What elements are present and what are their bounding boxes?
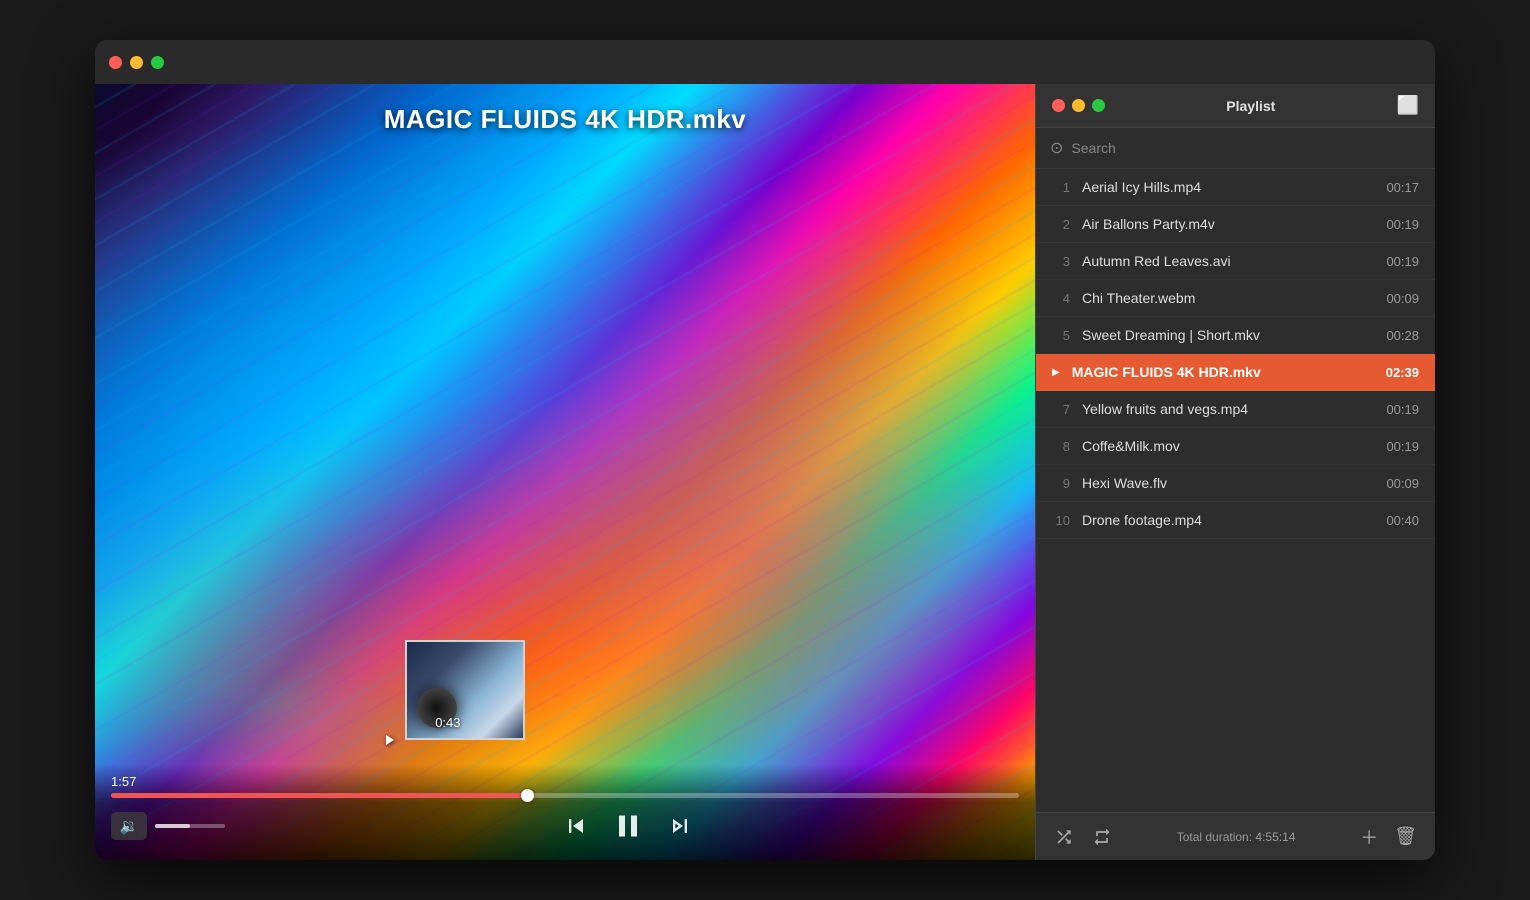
- search-wrapper: ⊙: [1050, 138, 1421, 158]
- hover-time: 0:43: [435, 715, 460, 730]
- item-name: Drone footage.mp4: [1082, 512, 1374, 528]
- progress-bar[interactable]: [111, 793, 1019, 798]
- prev-icon: [562, 812, 590, 840]
- playlist-header: Playlist ⬜: [1036, 84, 1435, 128]
- item-name: Air Ballons Party.m4v: [1082, 216, 1374, 232]
- chat-icon[interactable]: ⬜: [1397, 95, 1419, 116]
- item-number: 4: [1052, 291, 1070, 306]
- repeat-button[interactable]: [1088, 823, 1116, 851]
- playlist-item[interactable]: 1 Aerial Icy Hills.mp4 00:17: [1036, 169, 1435, 206]
- item-name: Aerial Icy Hills.mp4: [1082, 179, 1374, 195]
- playlist-panel: Playlist ⬜ ⊙ 1 Aerial Icy Hills.mp4 00:17 2…: [1035, 84, 1435, 860]
- thumbnail-preview: [405, 640, 525, 740]
- search-input[interactable]: [1071, 140, 1421, 156]
- repeat-icon: [1092, 827, 1112, 847]
- playlist-footer: Total duration: 4:55:14 ＋ 🗑: [1036, 812, 1435, 860]
- playlist-item[interactable]: 5 Sweet Dreaming | Short.mkv 00:28: [1036, 317, 1435, 354]
- item-name: Hexi Wave.flv: [1082, 475, 1374, 491]
- add-button[interactable]: ＋: [1356, 820, 1382, 854]
- playlist-traffic-lights: [1052, 99, 1105, 112]
- playlist-item[interactable]: 9 Hexi Wave.flv 00:09: [1036, 465, 1435, 502]
- playback-controls: [237, 808, 1019, 844]
- current-time: 1:57: [111, 774, 1019, 789]
- item-duration: 00:19: [1386, 439, 1419, 454]
- item-name: Coffe&Milk.mov: [1082, 438, 1374, 454]
- next-icon: [666, 812, 694, 840]
- video-title: MAGIC FLUIDS 4K HDR.mkv: [95, 104, 1035, 135]
- item-duration: 00:09: [1386, 476, 1419, 491]
- volume-section: 🔉: [111, 812, 225, 840]
- playlist-title: Playlist: [1105, 98, 1397, 114]
- playlist-item[interactable]: 4 Chi Theater.webm 00:09: [1036, 280, 1435, 317]
- item-name: Chi Theater.webm: [1082, 290, 1374, 306]
- item-duration: 00:19: [1386, 402, 1419, 417]
- total-duration: Total duration: 4:55:14: [1126, 830, 1346, 844]
- playlist-item[interactable]: 8 Coffe&Milk.mov 00:19: [1036, 428, 1435, 465]
- pl-maximize-button[interactable]: [1092, 99, 1105, 112]
- title-bar: [95, 40, 1435, 84]
- prev-button[interactable]: [562, 812, 590, 840]
- pl-minimize-button[interactable]: [1072, 99, 1085, 112]
- item-duration: 02:39: [1386, 365, 1419, 380]
- playlist-item[interactable]: 7 Yellow fruits and vegs.mp4 00:19: [1036, 391, 1435, 428]
- pause-button[interactable]: [610, 808, 646, 844]
- progress-fill: [111, 793, 529, 798]
- search-icon: ⊙: [1050, 138, 1063, 158]
- playlist-item[interactable]: 3 Autumn Red Leaves.avi 00:19: [1036, 243, 1435, 280]
- thumbnail-image: [407, 642, 523, 738]
- item-number: 3: [1052, 254, 1070, 269]
- item-number: 5: [1052, 328, 1070, 343]
- item-duration: 00:09: [1386, 291, 1419, 306]
- playlist-item[interactable]: 10 Drone footage.mp4 00:40: [1036, 502, 1435, 539]
- item-number: 7: [1052, 402, 1070, 417]
- app-window: MAGIC FLUIDS 4K HDR.mkv 0:43 1:57: [95, 40, 1435, 860]
- video-background: [95, 84, 1035, 860]
- item-duration: 00:40: [1386, 513, 1419, 528]
- close-button[interactable]: [109, 56, 122, 69]
- traffic-lights: [109, 56, 164, 69]
- video-area[interactable]: MAGIC FLUIDS 4K HDR.mkv 0:43 1:57: [95, 84, 1035, 860]
- next-button[interactable]: [666, 812, 694, 840]
- pause-icon: [610, 808, 646, 844]
- item-duration: 00:19: [1386, 217, 1419, 232]
- item-duration: 00:28: [1386, 328, 1419, 343]
- minimize-button[interactable]: [130, 56, 143, 69]
- maximize-button[interactable]: [151, 56, 164, 69]
- main-content: MAGIC FLUIDS 4K HDR.mkv 0:43 1:57: [95, 84, 1435, 860]
- playlist-item[interactable]: ▶ MAGIC FLUIDS 4K HDR.mkv 02:39: [1036, 354, 1435, 391]
- item-duration: 00:17: [1386, 180, 1419, 195]
- item-name: MAGIC FLUIDS 4K HDR.mkv: [1072, 364, 1374, 380]
- item-name: Yellow fruits and vegs.mp4: [1082, 401, 1374, 417]
- playlist-items: 1 Aerial Icy Hills.mp4 00:17 2 Air Ballons P…: [1036, 169, 1435, 812]
- volume-slider[interactable]: [155, 824, 225, 828]
- item-duration: 00:19: [1386, 254, 1419, 269]
- play-indicator: ▶: [1052, 367, 1060, 378]
- controls-row: 🔉: [111, 808, 1019, 844]
- playlist-item[interactable]: 2 Air Ballons Party.m4v 00:19: [1036, 206, 1435, 243]
- shuffle-button[interactable]: [1050, 823, 1078, 851]
- item-number: 1: [1052, 180, 1070, 195]
- footer-actions: ＋ 🗑: [1356, 820, 1421, 854]
- volume-fill: [155, 824, 190, 828]
- item-number: 9: [1052, 476, 1070, 491]
- item-number: 10: [1052, 513, 1070, 528]
- pl-close-button[interactable]: [1052, 99, 1065, 112]
- shuffle-icon: [1054, 827, 1074, 847]
- item-number: 2: [1052, 217, 1070, 232]
- item-name: Sweet Dreaming | Short.mkv: [1082, 327, 1374, 343]
- search-bar: ⊙: [1036, 128, 1435, 169]
- item-name: Autumn Red Leaves.avi: [1082, 253, 1374, 269]
- video-controls: 1:57 🔉: [95, 764, 1035, 860]
- item-number: 8: [1052, 439, 1070, 454]
- volume-icon: 🔉: [120, 817, 139, 835]
- volume-button[interactable]: 🔉: [111, 812, 147, 840]
- progress-area: 1:57: [111, 774, 1019, 798]
- delete-button[interactable]: 🗑: [1390, 820, 1421, 854]
